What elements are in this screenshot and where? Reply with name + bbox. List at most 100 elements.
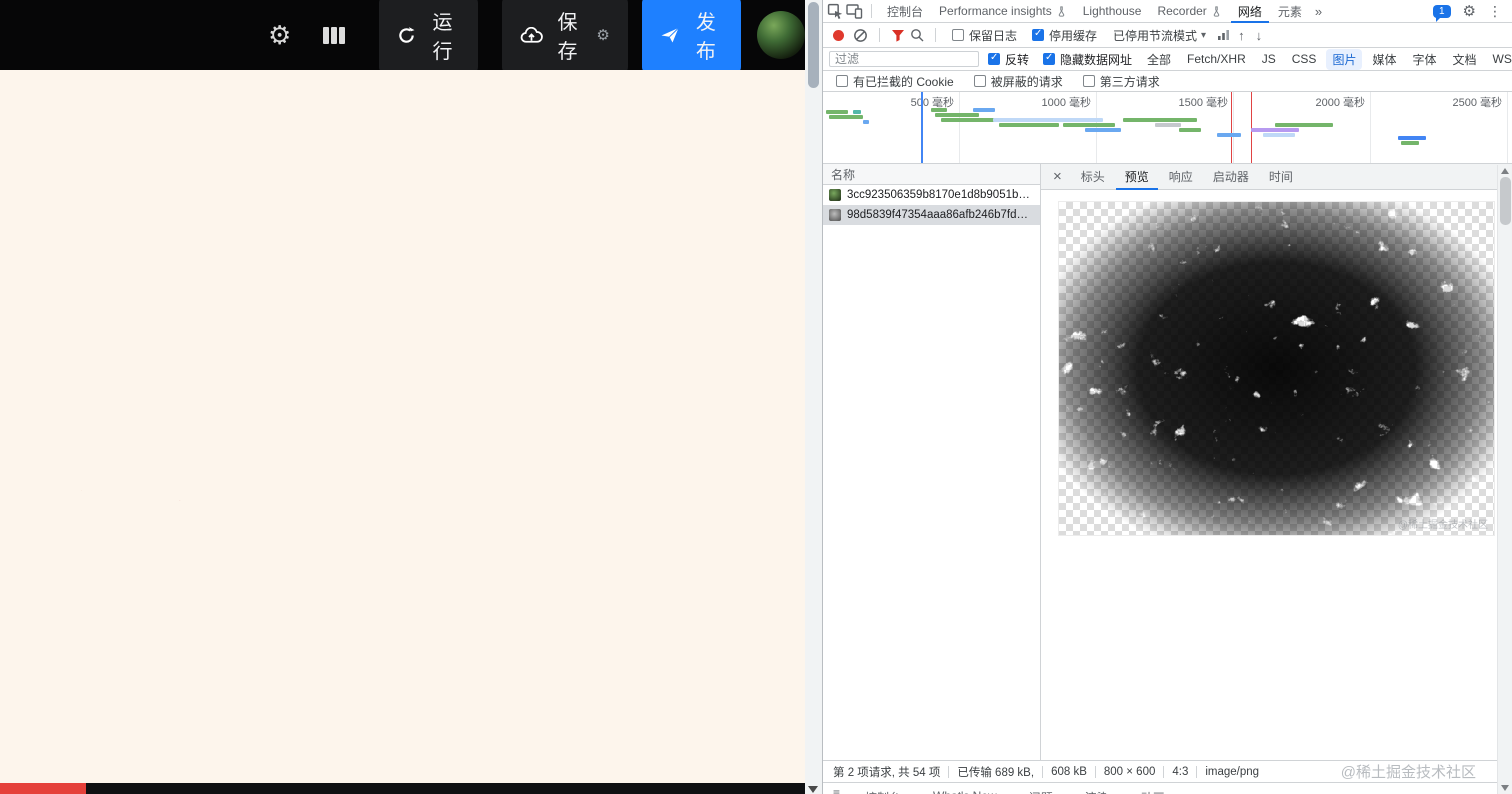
filter-chip-media[interactable]: 媒体 (1366, 49, 1402, 70)
tab-console[interactable]: 控制台 (880, 0, 930, 23)
save-settings-gear-icon[interactable]: ⚙ (596, 26, 609, 44)
devtools-panel: 控制台 Performance insights Lighthouse Reco… (822, 0, 1512, 794)
devtools-more-menu-icon[interactable]: ⋮ (1488, 3, 1502, 20)
request-list-header[interactable]: 名称 (823, 164, 1040, 185)
preserve-log-label: 保留日志 (969, 28, 1018, 43)
name-column-header: 名称 (831, 167, 856, 182)
devtools-tabbar: 控制台 Performance insights Lighthouse Reco… (823, 0, 1512, 23)
detail-tab-initiator[interactable]: 启动器 (1204, 163, 1258, 190)
search-icon[interactable] (910, 28, 924, 42)
detail-tab-preview[interactable]: 预览 (1116, 163, 1158, 190)
disable-cache-label: 停用缓存 (1049, 28, 1098, 43)
record-network-log-button[interactable] (833, 29, 844, 41)
network-flags-row: 有已拦截的 Cookie 被屏蔽的请求 第三方请求 (823, 71, 1512, 92)
save-button[interactable]: 保存 ⚙ (501, 0, 628, 74)
devtools-scrollbar-thumb[interactable] (1500, 177, 1511, 225)
network-filterbar: 反转 隐藏数据网址 全部 Fetch/XHR JS CSS 图片 媒体 字体 文… (823, 48, 1512, 71)
drawer-menu-icon[interactable]: ≡ (833, 786, 840, 794)
tab-recorder-label: Recorder (1157, 4, 1207, 18)
drawer-tab-animations[interactable]: 动画 (1134, 786, 1172, 794)
devtools-settings-gear-icon[interactable]: ⚙ (1463, 2, 1476, 20)
console-tab-chip[interactable] (0, 783, 86, 794)
blocked-cookies-checkbox[interactable]: 有已拦截的 Cookie (836, 73, 954, 90)
page-preview: HELLO WORLD (0, 70, 805, 783)
checkbox-checked (1032, 28, 1045, 41)
export-har-icon[interactable]: ↓ (1253, 28, 1266, 43)
filter-chip-font[interactable]: 字体 (1406, 49, 1442, 70)
filter-chip-doc[interactable]: 文档 (1446, 49, 1482, 70)
invert-filter-checkbox[interactable]: 反转 (988, 51, 1029, 68)
request-name: 3cc923506359b8170e1d8b9051bb2… (847, 189, 1034, 201)
save-label: 保存 (557, 12, 578, 63)
device-toolbar-icon[interactable] (846, 3, 863, 19)
divider (871, 4, 872, 18)
tab-overflow-chevron[interactable]: » (1311, 1, 1326, 22)
hide-data-urls-checkbox[interactable]: 隐藏数据网址 (1043, 51, 1132, 68)
scroll-down-arrow-icon[interactable] (1501, 785, 1509, 791)
filter-chip-all[interactable]: 全部 (1141, 49, 1177, 70)
checkbox-checked (988, 52, 1000, 65)
throttling-select[interactable]: 已停用节流模式 ▾ (1113, 27, 1206, 44)
image-thumbnail-icon (829, 209, 841, 221)
import-har-icon[interactable]: ↑ (1235, 28, 1248, 43)
image-aspect-ratio: 4:3 (1172, 765, 1189, 778)
request-row-selected[interactable]: 98d5839f47354aaa86afb246b7fd9ea… (823, 205, 1040, 225)
filter-chip-css[interactable]: CSS (1286, 50, 1323, 68)
filter-chip-fetch-xhr[interactable]: Fetch/XHR (1181, 50, 1252, 68)
clear-network-log-icon[interactable] (853, 28, 868, 43)
tab-performance-insights[interactable]: Performance insights (932, 1, 1074, 21)
drawer-tab-whats-new[interactable]: What's New (926, 786, 1004, 794)
issues-badge[interactable]: 1 (1432, 4, 1451, 22)
detail-tabbar: × 标头 预览 响应 启动器 时间 (1041, 164, 1512, 190)
drawer-tab-issues[interactable]: 问题 (1022, 786, 1060, 794)
drawer-tab-console[interactable]: 控制台 (858, 786, 908, 794)
detail-tab-response[interactable]: 响应 (1160, 163, 1202, 190)
tab-network[interactable]: 网络 (1231, 0, 1269, 23)
detail-tab-timing[interactable]: 时间 (1260, 163, 1302, 190)
divider (879, 28, 880, 42)
publish-button[interactable]: 发布 (641, 0, 741, 74)
request-name: 98d5839f47354aaa86afb246b7fd9ea… (847, 209, 1034, 221)
scroll-up-arrow-icon[interactable] (1501, 168, 1509, 174)
filter-input[interactable] (829, 51, 979, 67)
layout-switch-icon[interactable] (323, 26, 346, 44)
run-button[interactable]: 运行 (379, 0, 478, 74)
disable-cache-checkbox[interactable]: 停用缓存 (1032, 27, 1097, 44)
checkbox-unchecked (836, 75, 848, 87)
page-scrollbar-thumb[interactable] (808, 2, 819, 88)
site-watermark: @稀土掘金技术社区 (1340, 764, 1476, 781)
tab-lighthouse-label: Lighthouse (1082, 4, 1142, 18)
network-controls: 保留日志 停用缓存 已停用节流模式 ▾ ↑ ↓ (823, 23, 1512, 48)
filter-chip-img[interactable]: 图片 (1326, 48, 1363, 70)
run-label: 运行 (432, 12, 453, 63)
request-row[interactable]: 3cc923506359b8170e1d8b9051bb2… (823, 185, 1040, 205)
blocked-requests-label: 被屏蔽的请求 (990, 74, 1063, 89)
blocked-requests-checkbox[interactable]: 被屏蔽的请求 (973, 73, 1063, 90)
divider (1163, 765, 1165, 778)
network-overview[interactable]: 500 毫秒 1000 毫秒 1500 毫秒 2000 毫秒 2500 毫秒 (823, 92, 1512, 164)
close-detail-icon[interactable]: × (1045, 168, 1070, 185)
drawer-tab-rendering[interactable]: 渲染 (1078, 786, 1116, 794)
editor-console-bar[interactable] (0, 783, 805, 794)
tab-elements[interactable]: 元素 (1271, 0, 1309, 23)
third-party-checkbox[interactable]: 第三方请求 (1082, 73, 1160, 90)
request-count-summary: 第 2 项请求, 共 54 项 (833, 766, 941, 779)
tab-lighthouse[interactable]: Lighthouse (1076, 1, 1149, 21)
scroll-down-arrow-icon[interactable] (808, 786, 818, 793)
preserve-log-checkbox[interactable]: 保留日志 (952, 27, 1017, 44)
issues-count: 1 (1438, 5, 1445, 17)
user-avatar[interactable] (757, 11, 805, 59)
detail-tab-headers[interactable]: 标头 (1072, 163, 1114, 190)
editor-preview-pane: ⚙ 运行 保存 ⚙ 发布 HELLO WORLD (0, 0, 805, 794)
devtools-scrollbar[interactable] (1497, 165, 1512, 794)
filter-funnel-icon[interactable] (891, 28, 905, 42)
page-scrollbar[interactable] (805, 0, 822, 794)
network-conditions-icon[interactable] (1217, 29, 1230, 41)
editor-toolbar: ⚙ 运行 保存 ⚙ 发布 (0, 0, 805, 74)
editor-settings-gear-icon[interactable]: ⚙ (268, 22, 291, 48)
inspect-element-icon[interactable] (827, 3, 844, 20)
tab-recorder[interactable]: Recorder (1150, 1, 1228, 21)
tab-elements-label: 元素 (1277, 4, 1302, 19)
filter-chip-ws[interactable]: WS (1487, 50, 1512, 68)
filter-chip-js[interactable]: JS (1256, 50, 1282, 68)
